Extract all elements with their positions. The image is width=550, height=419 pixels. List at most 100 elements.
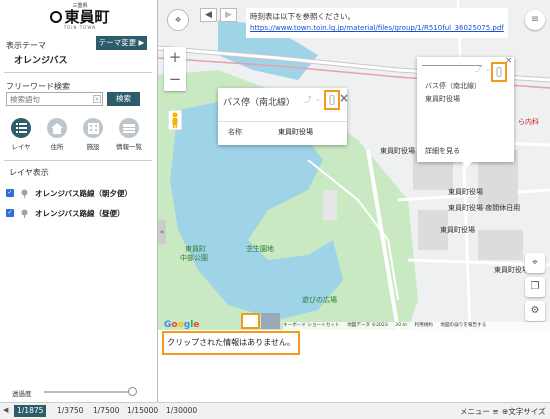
- map-more-icon[interactable]: ≡: [525, 10, 545, 30]
- map-attribution: キーボード ショートカット 地図データ ©2023 20 m 利用規約 地図の誤…: [283, 322, 550, 330]
- popup-line: 東員町役場: [425, 95, 460, 103]
- terms-link[interactable]: 利用規約: [415, 323, 433, 328]
- map-label-town-office: 東員町役場: [380, 147, 415, 155]
- theme-change-button[interactable]: テーマ変更 ▶: [96, 36, 147, 50]
- hamburger-icon: ≡: [492, 407, 499, 416]
- chevron-down-icon[interactable]: ⌄: [485, 65, 491, 73]
- report-error-link[interactable]: 地図の誤りを報告する: [440, 323, 486, 328]
- opacity-label: 透過度: [12, 390, 32, 398]
- share-icon[interactable]: ⤴: [475, 64, 482, 74]
- building-icon: [83, 118, 103, 138]
- close-icon[interactable]: ×: [505, 56, 513, 66]
- checkbox-checked-icon[interactable]: ✓: [6, 209, 14, 217]
- map-type-thumbnail[interactable]: [241, 313, 260, 329]
- tool-layer[interactable]: レイヤ: [4, 118, 38, 151]
- back-arrow-icon[interactable]: ◀: [200, 8, 217, 22]
- menu-label: メニュー: [460, 407, 490, 416]
- house-icon: [47, 118, 67, 138]
- zoom-out-button[interactable]: −: [164, 69, 186, 91]
- bus-popup-table: 名称 東員町役場: [218, 121, 347, 142]
- bus-stop-popup: バス停（南北線） ⤴ ⌄ × 名称 東員町役場: [218, 88, 349, 145]
- scale-option[interactable]: 1/1875: [14, 405, 47, 417]
- search-clear-icon[interactable]: ×: [93, 95, 101, 103]
- gear-icon[interactable]: ⚙: [525, 301, 545, 321]
- freeword-label: フリーワード検索: [6, 82, 70, 91]
- map-pin-icon: [21, 189, 28, 198]
- pegman-icon[interactable]: [168, 110, 182, 130]
- town-seal-icon: [50, 11, 63, 23]
- bus-popup-title: バス停（南北線）: [223, 98, 296, 108]
- google-logo: Google: [164, 320, 200, 330]
- popup-pointer: [462, 162, 472, 168]
- table-key: 名称: [228, 128, 242, 136]
- map-label-town-office: 東員町役場: [440, 226, 475, 234]
- scale-option[interactable]: 1/15000: [124, 405, 161, 417]
- map-label-town-office-night: 東員町役場 夜間休日用: [448, 204, 521, 212]
- keyboard-shortcuts-link[interactable]: キーボード ショートカット: [283, 323, 340, 328]
- sidebar: 三重県 東員町 TOIN TOWN 表示テーマ テーマ変更 ▶ オレンジバス フ…: [0, 0, 158, 402]
- bottom-bar: ◀ 1/1875 1/3750 1/7500 1/15000 1/30000 メ…: [0, 402, 550, 419]
- table-value: 東員町役場: [278, 128, 313, 136]
- checkbox-checked-icon[interactable]: ✓: [6, 189, 14, 197]
- bus-stop-detail-popup: ⤴ ⌄ × バス停（南北線） 東員町役場 詳細を見る: [417, 56, 514, 162]
- tool-info-list[interactable]: 情報一覧: [112, 118, 146, 151]
- scale-option[interactable]: 1/7500: [90, 405, 122, 417]
- scale-option[interactable]: 1/30000: [163, 405, 200, 417]
- search-button[interactable]: 検索: [107, 92, 140, 106]
- chevron-down-icon[interactable]: ⌄: [315, 95, 321, 103]
- font-size-label: 文字サイズ: [508, 407, 546, 416]
- popup-line: バス停（南北線）: [425, 82, 481, 90]
- tool-label: 住所: [50, 143, 64, 151]
- scale-left-arrow-icon[interactable]: ◀: [3, 406, 8, 414]
- town-logo[interactable]: 三重県 東員町 TOIN TOWN: [40, 3, 120, 33]
- map-label-clinic: ら内科: [518, 118, 539, 126]
- tool-facility[interactable]: 施設: [76, 118, 110, 151]
- locate-icon[interactable]: ⌖: [525, 253, 545, 273]
- map-data-text: 地図データ ©2023: [347, 323, 388, 328]
- timetable-link[interactable]: https://www.town.toin.lg.jp/material/fil…: [246, 22, 508, 32]
- tool-address[interactable]: 住所: [40, 118, 74, 151]
- clip-icon[interactable]: [328, 95, 336, 105]
- search-input[interactable]: [6, 92, 103, 106]
- map-pin-icon: [21, 209, 28, 218]
- font-size-button[interactable]: ⊕文字サイズ: [502, 406, 546, 417]
- scale-option[interactable]: 1/3750: [54, 405, 86, 417]
- menu-button[interactable]: メニュー ≡: [460, 406, 499, 417]
- detail-link[interactable]: 詳細を見る: [425, 146, 460, 156]
- theme-label: 表示テーマ: [6, 41, 46, 50]
- map-label-park: 中部公園: [180, 254, 208, 262]
- zoom-control: + −: [164, 47, 186, 91]
- layer-item[interactable]: ✓ オレンジバス路線（朝夕便）: [6, 186, 156, 200]
- forward-arrow-icon[interactable]: ▶: [220, 8, 237, 22]
- map-label-lawn: 芝生園地: [246, 245, 274, 253]
- zoom-in-button[interactable]: +: [164, 47, 186, 69]
- tool-label: 情報一覧: [116, 143, 142, 151]
- map-label-plaza: 遊びの広場: [302, 296, 337, 304]
- layer-list-icon: [11, 118, 31, 138]
- layer-item[interactable]: ✓ オレンジバス路線（昼便）: [6, 206, 156, 220]
- layer-name: オレンジバス路線（昼便）: [35, 208, 125, 218]
- share-icon[interactable]: ⤴: [304, 94, 312, 105]
- close-icon[interactable]: ×: [339, 91, 349, 105]
- timetable-notice: 時刻表は以下を参照ください。 https://www.town.toin.lg.…: [246, 8, 508, 38]
- opacity-slider-track[interactable]: [44, 391, 132, 393]
- tool-label: レイヤ: [11, 143, 31, 151]
- list-icon: [119, 118, 139, 138]
- divider: [422, 65, 482, 66]
- table-row: 名称 東員町役場: [218, 122, 347, 142]
- layer-section-title: レイヤ表示: [9, 168, 49, 177]
- layers-copy-icon[interactable]: ❐: [525, 277, 545, 297]
- map-view[interactable]: 東員町役場 東員町役場 東員町役場 夜間休日用 東員町役場 東員町役場 東員町 …: [158, 0, 550, 330]
- map-label-town-office: 東員町役場: [494, 266, 529, 274]
- tool-label: 施設: [86, 143, 100, 151]
- opacity-slider-thumb[interactable]: [128, 387, 137, 396]
- map-base: [158, 0, 550, 330]
- divider: [4, 160, 152, 161]
- divider: [4, 72, 152, 73]
- compass-control[interactable]: ✥: [167, 9, 189, 31]
- notice-text: 時刻表は以下を参照ください。: [250, 12, 355, 21]
- clip-icon[interactable]: [495, 67, 503, 77]
- satellite-thumbnail[interactable]: [261, 313, 280, 329]
- layer-name: オレンジバス路線（朝夕便）: [35, 188, 133, 198]
- sidebar-collapse-tab[interactable]: «: [158, 220, 166, 244]
